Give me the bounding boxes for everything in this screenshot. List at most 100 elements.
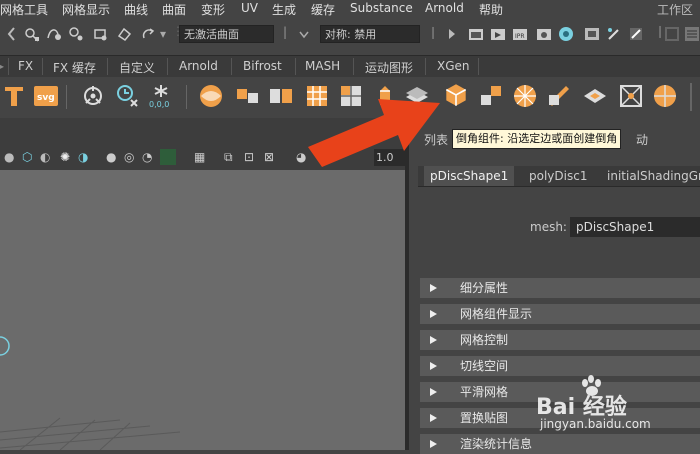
menu-arnold[interactable]: Arnold xyxy=(425,1,464,15)
menu-surfaces[interactable]: 曲面 xyxy=(162,1,186,18)
lighting-icon[interactable]: ✺ xyxy=(60,150,70,164)
select-icon[interactable]: ▦ xyxy=(194,150,205,164)
isolate-icon[interactable]: ● xyxy=(106,150,116,164)
render-frame-icon[interactable] xyxy=(468,26,484,42)
menu-mesh-tools[interactable]: 网格工具 xyxy=(0,1,48,18)
expand-arrow-icon xyxy=(430,310,437,318)
menu-bar: 网格工具 网格显示 曲线 曲面 变形 UV 生成 缓存 Substance Ar… xyxy=(0,0,700,18)
merge-icon[interactable] xyxy=(582,83,608,109)
ipr-render-icon[interactable]: IPR xyxy=(512,26,528,42)
expand-arrow-icon[interactable] xyxy=(444,26,460,42)
expand-arrow-icon xyxy=(430,336,437,344)
append-polygon-icon[interactable] xyxy=(478,83,504,109)
divider xyxy=(8,58,9,75)
section-label: 渲染统计信息 xyxy=(460,437,533,451)
expand-arrow-icon xyxy=(430,362,437,370)
shelf-tab-fx[interactable]: FX xyxy=(18,59,33,73)
divider xyxy=(690,83,692,111)
menu-deform[interactable]: 变形 xyxy=(201,1,225,18)
render-sequence-icon[interactable] xyxy=(490,26,506,42)
tab-initialshadinggroup[interactable]: initialShadingGr xyxy=(601,166,700,186)
header-right-menu[interactable]: 动 xyxy=(636,131,648,148)
expand-arrow-icon xyxy=(430,414,437,422)
snap-point-icon[interactable] xyxy=(68,26,84,42)
shadow-icon[interactable]: ◑ xyxy=(78,150,88,164)
divider xyxy=(107,58,108,75)
menu-substance[interactable]: Substance xyxy=(350,1,413,15)
film-gate-icon[interactable]: ⊠ xyxy=(264,150,274,164)
dropdown-arrow-icon[interactable]: ▾ xyxy=(160,27,166,41)
history-delete-icon[interactable] xyxy=(114,83,140,109)
mesh-name-field[interactable]: pDiscShape1 xyxy=(570,217,700,237)
section-label: 置换贴图 xyxy=(460,411,509,425)
frame-all-icon[interactable]: ⧉ xyxy=(224,150,233,165)
viewport-grid xyxy=(0,336,181,450)
shading-icon[interactable]: ● xyxy=(4,150,14,164)
live-surface-field[interactable]: 无激活曲面 xyxy=(179,25,274,43)
pivot-tool-icon[interactable] xyxy=(80,83,106,109)
workspace-label: 工作区 xyxy=(657,3,694,17)
snap-view-icon[interactable] xyxy=(92,26,108,42)
watermark-url: jingyan.baidu.com xyxy=(540,417,651,431)
section-subdivision[interactable]: 细分属性 xyxy=(420,278,700,298)
menu-generate[interactable]: 生成 xyxy=(272,1,296,18)
multi-cut-icon[interactable] xyxy=(512,83,538,109)
viewport[interactable] xyxy=(0,146,405,450)
text-tool-icon[interactable] xyxy=(2,83,28,109)
tab-polydisc1[interactable]: polyDisc1 xyxy=(523,166,593,186)
frame-selected-icon[interactable]: ⊡ xyxy=(244,150,254,164)
snap-curve-icon[interactable] xyxy=(46,26,62,42)
sculpt-sphere-icon[interactable] xyxy=(198,83,224,109)
svg-tool-icon[interactable]: svg xyxy=(33,83,59,109)
symmetry-field[interactable]: 对称: 禁用 xyxy=(320,25,420,43)
snap-grid-icon[interactable] xyxy=(24,26,40,42)
separate-icon[interactable] xyxy=(268,83,294,109)
expand-arrow-icon xyxy=(430,440,437,448)
snap-surface-icon[interactable] xyxy=(116,26,132,42)
section-mesh-controls[interactable]: 网格控制 xyxy=(420,330,700,350)
mesh-label: mesh: xyxy=(530,220,567,234)
menu-cache[interactable]: 缓存 xyxy=(311,1,335,18)
textured-icon[interactable]: ◐ xyxy=(40,150,50,164)
symmetry-dropdown-icon[interactable] xyxy=(296,26,312,42)
target-weld-icon[interactable] xyxy=(546,83,572,109)
menu-mesh-display[interactable]: 网格显示 xyxy=(62,1,110,18)
shelf-tab-fx-cache[interactable]: FX 缓存 xyxy=(53,59,96,76)
shelf-tab-xgen[interactable]: XGen xyxy=(437,59,470,73)
snap-live-icon[interactable] xyxy=(140,26,156,42)
grease-pencil-icon[interactable] xyxy=(628,26,644,42)
shelf-tab-custom[interactable]: 自定义 xyxy=(119,59,155,76)
light-editor-icon[interactable] xyxy=(584,26,600,42)
menu-help[interactable]: 帮助 xyxy=(479,1,503,18)
xray-joints-icon[interactable]: ◔ xyxy=(142,150,152,164)
backface-icon[interactable] xyxy=(160,149,176,165)
section-render-stats[interactable]: 渲染统计信息 xyxy=(420,434,700,454)
combine-icon[interactable] xyxy=(235,83,261,109)
shelf-tab-overflow-icon[interactable]: ▸ xyxy=(0,59,4,73)
shelf-tab-bifrost[interactable]: Bifrost xyxy=(243,59,282,73)
wireframe-icon[interactable]: ⬡ xyxy=(22,150,32,164)
channel-box-icon[interactable] xyxy=(684,26,700,42)
xray-icon[interactable]: ◎ xyxy=(124,150,134,164)
divider xyxy=(295,58,296,75)
shelf-tab-mash[interactable]: MASH xyxy=(305,59,340,73)
watermark: Bai 经验 jingyan.baidu.com xyxy=(536,373,696,433)
divider xyxy=(186,85,187,109)
section-label: 网格组件显示 xyxy=(460,307,533,321)
shelf-tab-arnold[interactable]: Arnold xyxy=(179,59,218,73)
shelf-tab-motion-graphics[interactable]: 运动图形 xyxy=(365,59,413,76)
sculpt-pencil-icon[interactable] xyxy=(606,26,622,42)
render-settings-icon[interactable] xyxy=(536,26,552,42)
toggle-panel-icon[interactable] xyxy=(664,26,680,42)
menu-uv[interactable]: UV xyxy=(241,1,258,15)
sphere-uv-icon[interactable] xyxy=(652,83,678,109)
menu-curves[interactable]: 曲线 xyxy=(124,1,148,18)
divider xyxy=(167,58,168,75)
tooltip: 倒角组件: 沿选定边或面创建倒角 xyxy=(452,129,622,149)
collapse-icon[interactable] xyxy=(618,83,644,109)
chevron-left-icon[interactable] xyxy=(4,26,20,42)
pointer-arrow-annotation xyxy=(308,99,440,167)
freeze-transform-icon[interactable]: 0,0,0 xyxy=(148,83,174,109)
hypershade-icon[interactable] xyxy=(558,26,574,42)
section-component-display[interactable]: 网格组件显示 xyxy=(420,304,700,324)
